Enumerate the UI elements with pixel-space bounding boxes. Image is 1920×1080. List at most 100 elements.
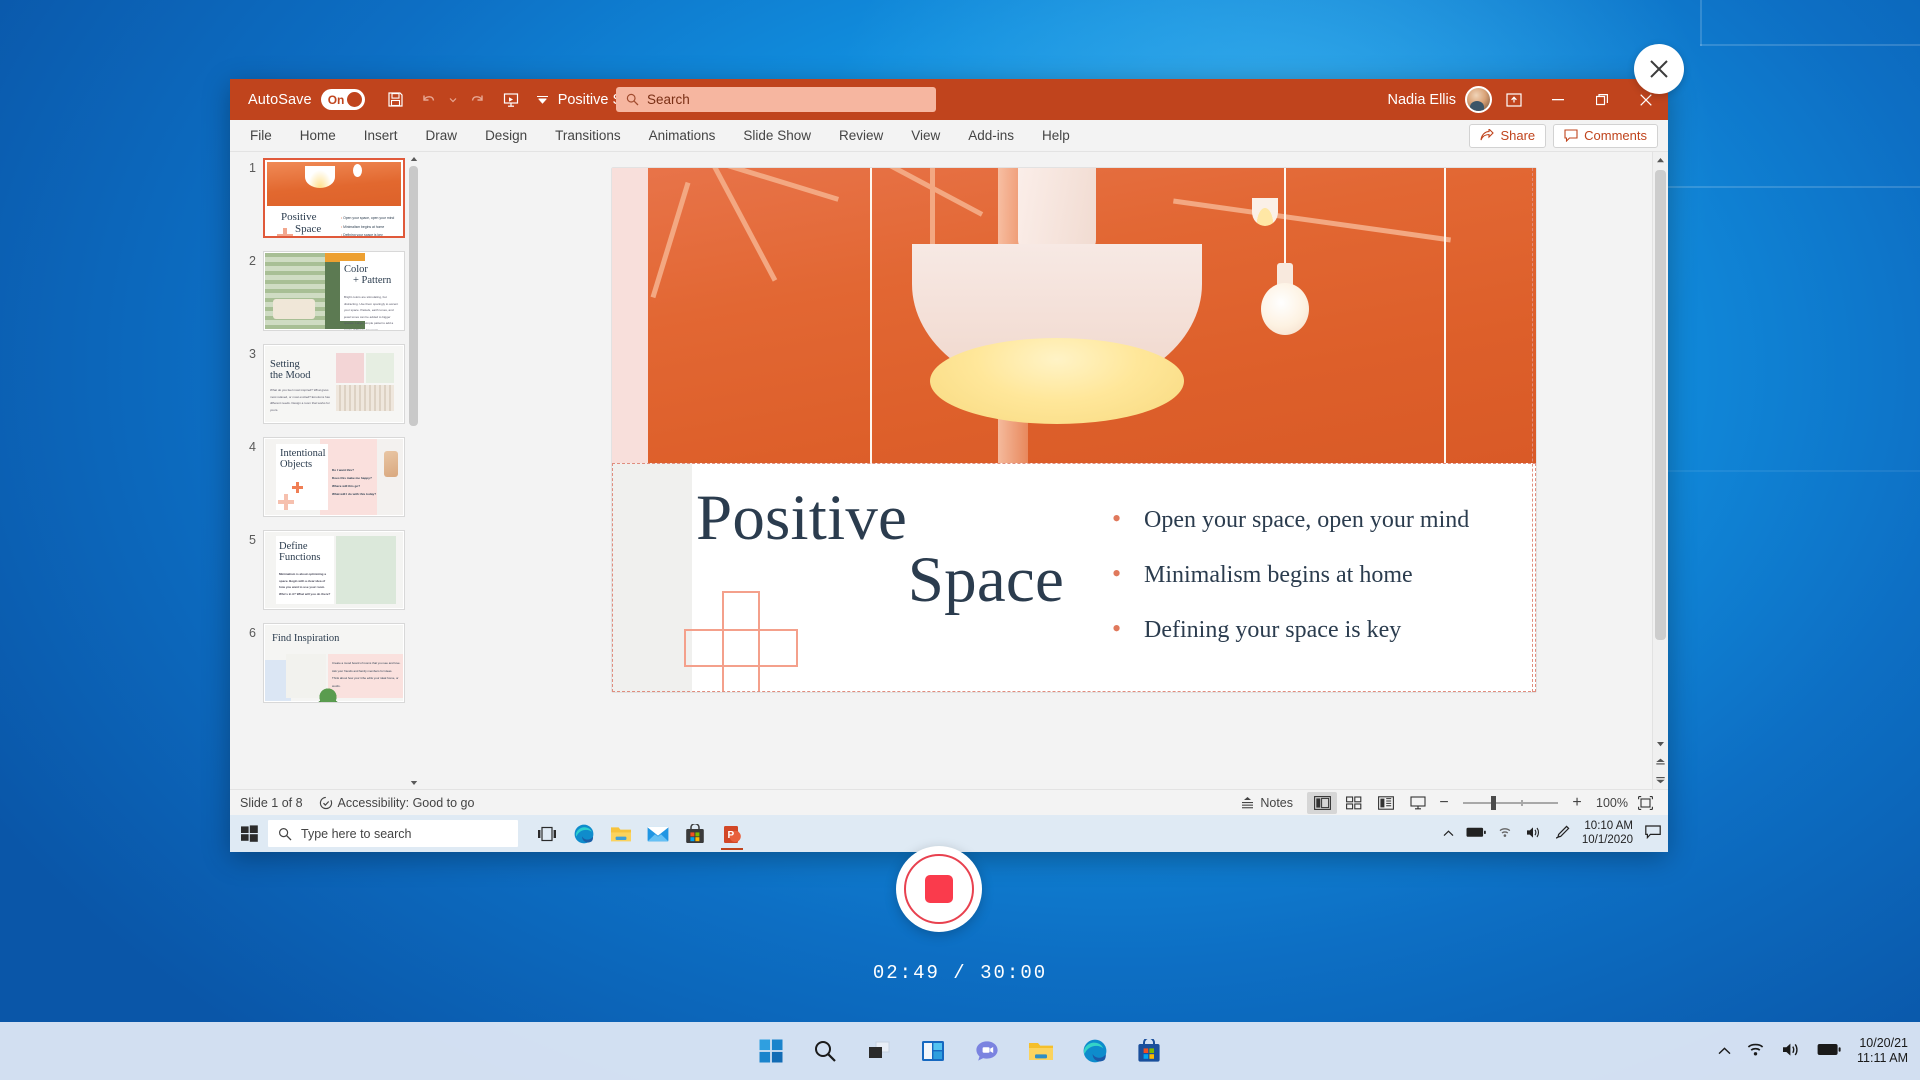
ribbon-display-options-button[interactable]	[1492, 79, 1536, 120]
volume-icon[interactable]	[1782, 1042, 1801, 1060]
slide-scrollbar[interactable]	[1652, 152, 1668, 789]
recording-close-button[interactable]	[1634, 44, 1684, 94]
thumb5-body: Minimalism is about optimizing a space. …	[279, 572, 331, 596]
zoom-slider-handle[interactable]	[1491, 795, 1496, 810]
tab-home[interactable]: Home	[286, 121, 350, 151]
normal-view-button[interactable]	[1307, 791, 1337, 814]
slide-photo[interactable]	[612, 168, 1536, 463]
tab-file[interactable]: File	[236, 121, 286, 151]
thumbnail-item-5[interactable]: 5 Define Functions Minimalism is about op…	[230, 530, 420, 610]
tab-help[interactable]: Help	[1028, 121, 1084, 151]
slide-counter[interactable]: Slide 1 of 8	[240, 796, 303, 810]
scroll-down-icon[interactable]	[1653, 735, 1668, 753]
scroll-up-icon[interactable]	[1653, 152, 1668, 168]
edge-icon[interactable]	[567, 817, 601, 850]
search-input[interactable]: Search	[616, 87, 936, 112]
thumbnail-item-2[interactable]: 2 Color + Pattern Bright colors are stimu…	[230, 251, 420, 331]
slide-editing-area[interactable]: Positive Space Open your space, open you…	[420, 152, 1668, 789]
tab-animations[interactable]: Animations	[635, 121, 730, 151]
microsoft-store-button[interactable]	[1129, 1031, 1169, 1071]
outer-taskbar-clock[interactable]: 10/20/21 11:11 AM	[1857, 1036, 1908, 1067]
stop-recording-button[interactable]	[896, 846, 982, 932]
undo-icon[interactable]	[414, 86, 444, 114]
volume-icon[interactable]	[1526, 826, 1542, 842]
thumbnail-scrollbar[interactable]	[407, 152, 420, 789]
slide-scroll-thumb[interactable]	[1655, 170, 1666, 640]
save-icon[interactable]	[381, 86, 411, 114]
tab-review[interactable]: Review	[825, 121, 897, 151]
wifi-icon[interactable]	[1498, 826, 1514, 841]
zoom-in-button[interactable]: +	[1568, 794, 1586, 812]
fit-to-window-button[interactable]	[1630, 792, 1660, 814]
autosave-control[interactable]: AutoSave On	[248, 89, 365, 110]
wifi-icon[interactable]	[1747, 1042, 1766, 1060]
chat-button[interactable]	[967, 1031, 1007, 1071]
thumbnail-scroll-thumb[interactable]	[409, 166, 418, 426]
reading-view-button[interactable]	[1371, 792, 1401, 814]
thumbnail-slide-6[interactable]: Find Inspiration Create a mood board of …	[263, 623, 405, 703]
current-slide[interactable]: Positive Space Open your space, open you…	[612, 168, 1536, 692]
thumbnail-slide-2[interactable]: Color + Pattern Bright colors are stimula…	[263, 251, 405, 331]
previous-slide-icon[interactable]	[1653, 753, 1668, 771]
slide-title[interactable]: Positive Space	[696, 486, 1066, 614]
tab-add-ins[interactable]: Add-ins	[954, 121, 1028, 151]
widgets-button[interactable]	[913, 1031, 953, 1071]
start-from-beginning-icon[interactable]	[496, 86, 526, 114]
thumbnail-item-1[interactable]: 1 Positive Space • Open your space, open …	[230, 158, 420, 238]
thumbnail-slide-5[interactable]: Define Functions Minimalism is about opti…	[263, 530, 405, 610]
redo-icon[interactable]	[463, 86, 493, 114]
scroll-up-icon[interactable]	[407, 152, 420, 165]
tab-slide-show[interactable]: Slide Show	[729, 121, 825, 151]
battery-icon[interactable]	[1466, 827, 1486, 841]
comments-button[interactable]: Comments	[1553, 123, 1658, 148]
microsoft-store-icon[interactable]	[678, 817, 712, 850]
tray-expand-icon[interactable]	[1718, 1044, 1731, 1058]
tab-draw[interactable]: Draw	[412, 121, 472, 151]
notes-button[interactable]: Notes	[1240, 796, 1293, 810]
thumbnail-slide-4[interactable]: Intentional Objects Do I want this? Does …	[263, 437, 405, 517]
thumb1-lamp-icon	[305, 166, 335, 188]
zoom-out-button[interactable]: −	[1435, 794, 1453, 812]
battery-icon[interactable]	[1817, 1043, 1841, 1059]
undo-dropdown-icon[interactable]	[447, 97, 460, 103]
taskbar-clock[interactable]: 10:10 AM 10/1/2020	[1582, 820, 1633, 846]
mail-icon[interactable]	[641, 817, 675, 850]
minimize-button[interactable]	[1536, 79, 1580, 120]
notifications-icon[interactable]	[1645, 825, 1661, 842]
zoom-slider[interactable]	[1463, 795, 1558, 810]
tab-insert[interactable]: Insert	[350, 121, 412, 151]
autosave-toggle[interactable]: On	[320, 89, 365, 110]
tray-expand-icon[interactable]	[1443, 828, 1454, 840]
thumb4-bullets: Do I want this? Does this make me happy?…	[332, 468, 377, 497]
slide-text-area[interactable]: Positive Space Open your space, open you…	[612, 463, 1536, 692]
slide-sorter-view-button[interactable]	[1339, 792, 1369, 814]
file-explorer-icon[interactable]	[604, 817, 638, 850]
taskbar-search-input[interactable]: Type here to search	[268, 820, 518, 847]
thumbnail-slide-1[interactable]: Positive Space • Open your space, open yo…	[263, 158, 405, 238]
start-button[interactable]	[751, 1031, 791, 1071]
share-button[interactable]: Share	[1469, 123, 1547, 148]
search-button[interactable]	[805, 1031, 845, 1071]
edge-button[interactable]	[1075, 1031, 1115, 1071]
slide-show-view-button[interactable]	[1403, 792, 1433, 814]
thumbnail-slide-3[interactable]: Setting the Mood What do you feel most in…	[263, 344, 405, 424]
task-view-icon[interactable]	[530, 817, 564, 850]
file-explorer-button[interactable]	[1021, 1031, 1061, 1071]
next-slide-icon[interactable]	[1653, 771, 1668, 789]
slide-bullet-list[interactable]: Open your space, open your mind Minimali…	[1112, 504, 1512, 672]
powerpoint-icon[interactable]: P	[715, 817, 749, 850]
pen-icon[interactable]	[1554, 825, 1570, 842]
thumbnail-item-6[interactable]: 6 Find Inspiration Create a mood board o…	[230, 623, 420, 703]
tab-transitions[interactable]: Transitions	[541, 121, 635, 151]
avatar[interactable]	[1465, 86, 1492, 113]
zoom-level[interactable]: 100%	[1588, 796, 1628, 810]
tab-design[interactable]: Design	[471, 121, 541, 151]
scroll-down-icon[interactable]	[407, 776, 420, 789]
tab-view[interactable]: View	[897, 121, 954, 151]
thumbnail-item-3[interactable]: 3 Setting the Mood What do you feel most …	[230, 344, 420, 424]
restore-button[interactable]	[1580, 79, 1624, 120]
thumbnail-item-4[interactable]: 4 Intentional Objects Do I want this? Doe…	[230, 437, 420, 517]
start-button[interactable]	[230, 825, 268, 842]
accessibility-status[interactable]: Accessibility: Good to go	[319, 796, 474, 810]
task-view-button[interactable]	[859, 1031, 899, 1071]
